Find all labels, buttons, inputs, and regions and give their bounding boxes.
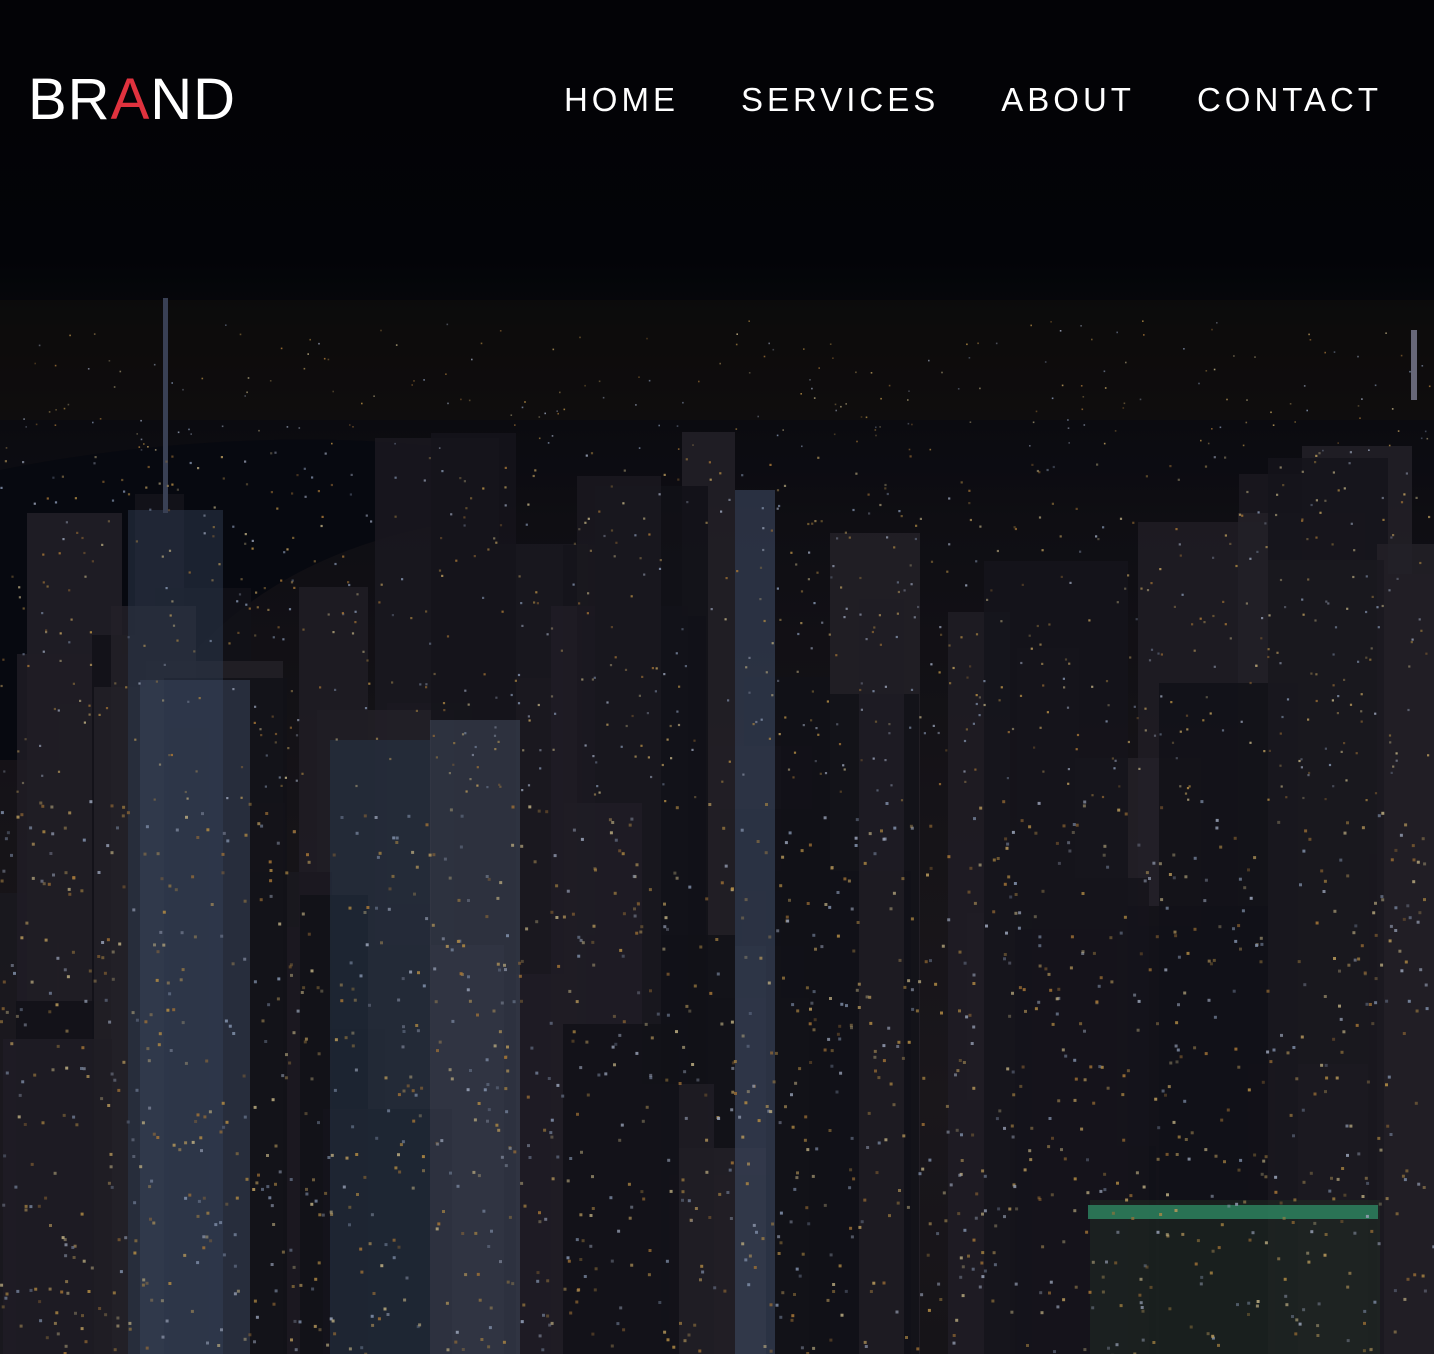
brand-text-accent: A — [110, 67, 151, 132]
nav-item-about[interactable]: ABOUT — [1001, 82, 1135, 118]
nav-item-home[interactable]: HOME — [564, 82, 679, 118]
navbar: BRAND HOME SERVICES ABOUT CONTACT — [0, 0, 1434, 200]
nav-menu: HOME SERVICES ABOUT CONTACT — [564, 82, 1382, 118]
brand-text-part2: ND — [150, 67, 237, 132]
brand-logo[interactable]: BRAND — [28, 70, 236, 130]
nav-item-services[interactable]: SERVICES — [741, 82, 939, 118]
nav-item-contact[interactable]: CONTACT — [1197, 82, 1382, 118]
brand-text-part1: BR — [28, 67, 111, 132]
hero-overlay — [0, 0, 1434, 1354]
page: BRAND HOME SERVICES ABOUT CONTACT — [0, 0, 1434, 1354]
